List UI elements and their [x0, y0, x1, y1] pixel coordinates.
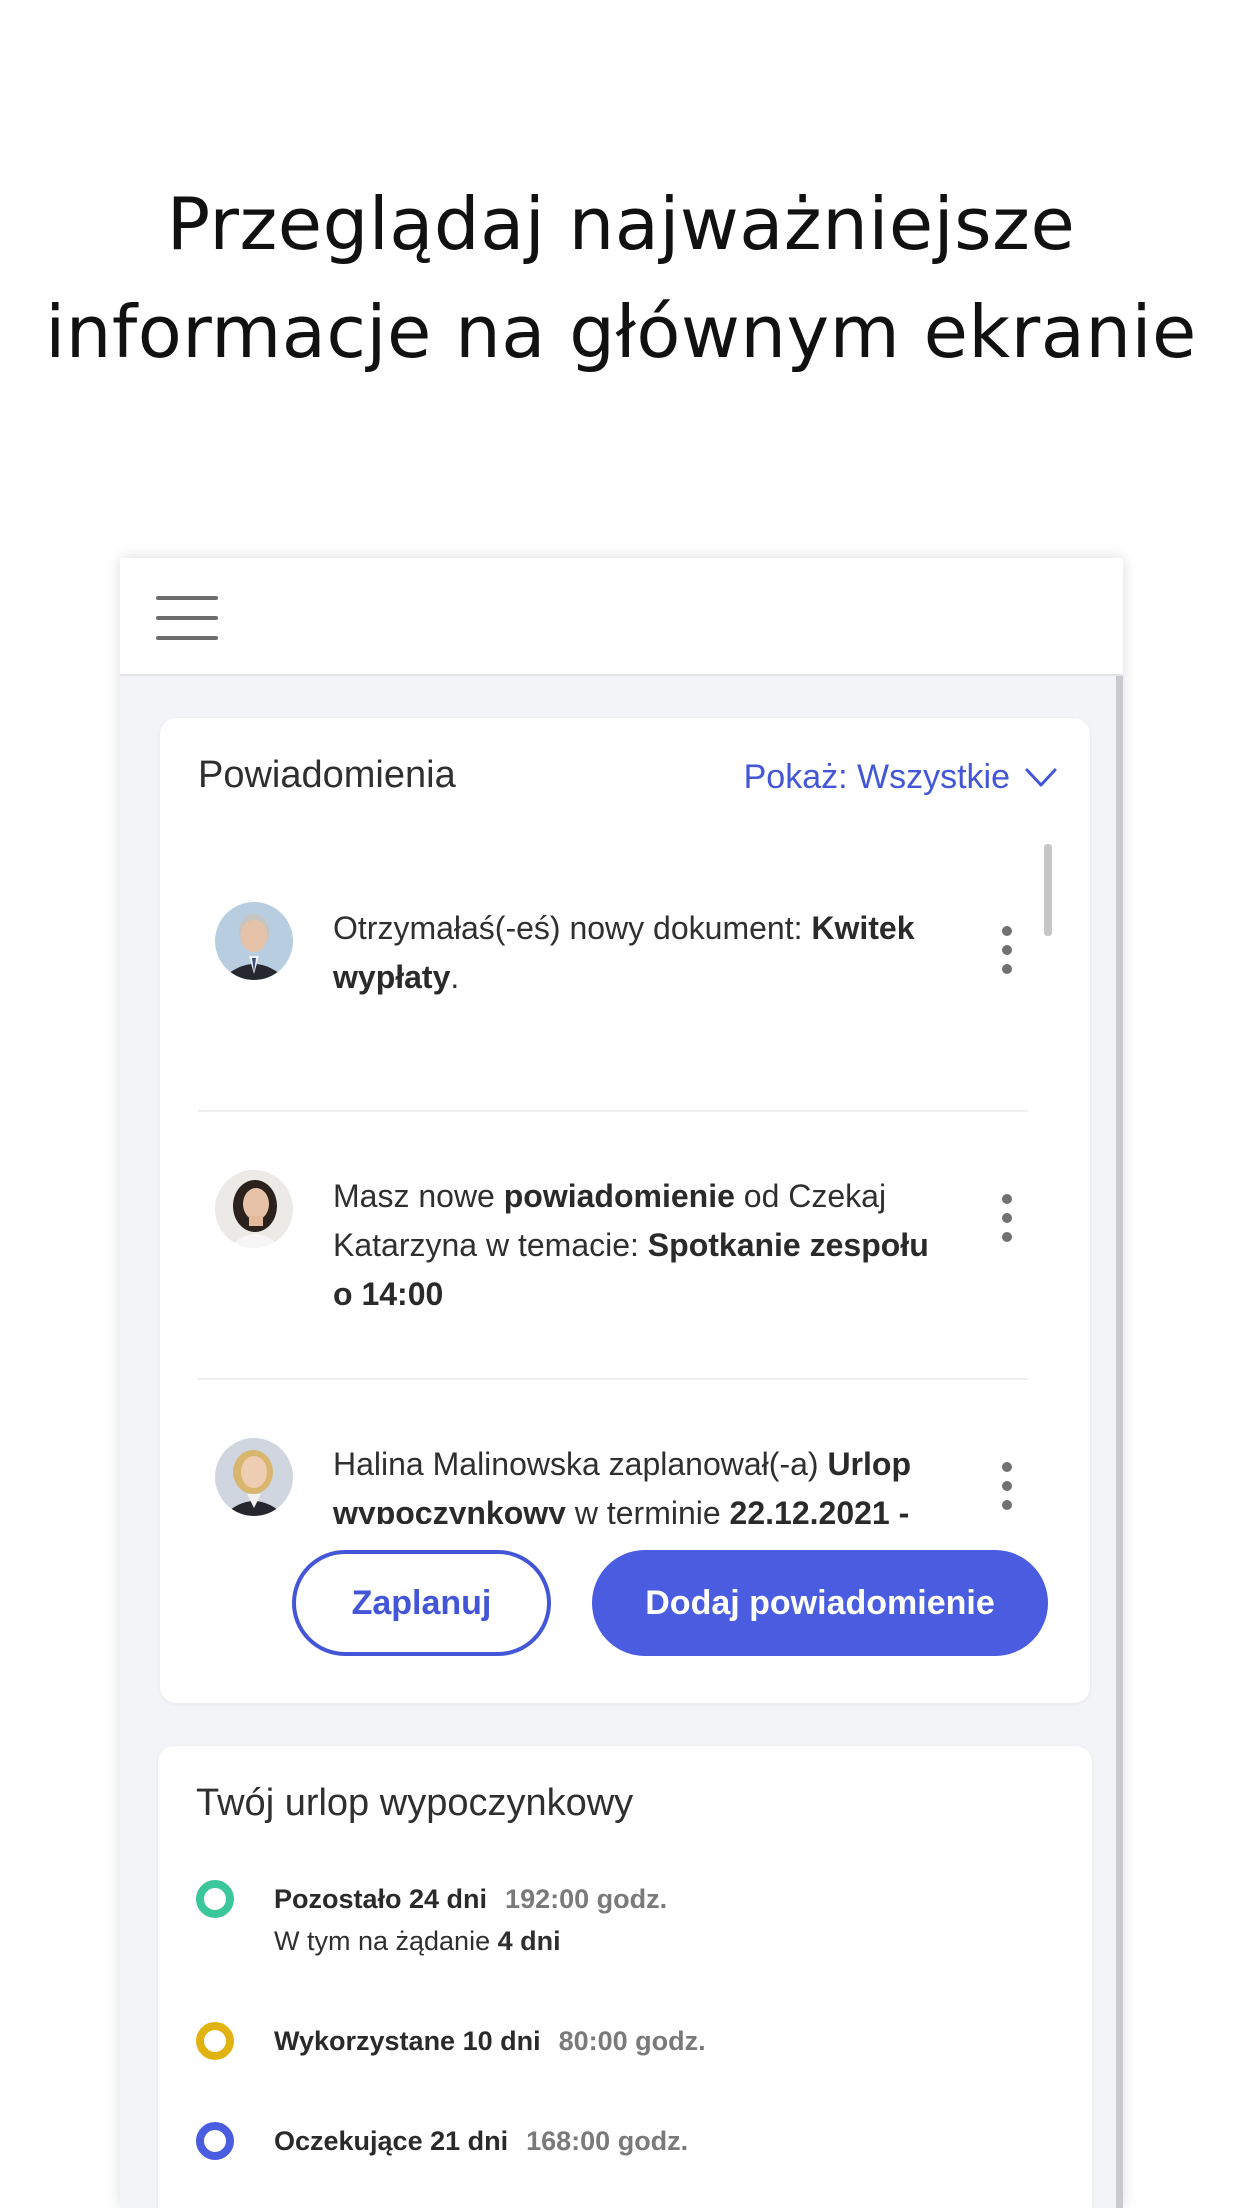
add-notification-button[interactable]: Dodaj powiadomienie [592, 1550, 1048, 1656]
vacation-card: Twój urlop wypoczynkowy Pozostało 24 dni… [158, 1746, 1092, 2208]
hamburger-menu-icon[interactable] [156, 594, 218, 642]
app-screen: Powiadomienia Pokaż: Wszystkie Masz nowe… [120, 558, 1123, 2208]
notification-item[interactable]: Otrzymałaś(-eś) nowy dokument: Kwitek wy… [198, 844, 1028, 1112]
headline-line-2: informacje na głównym ekranie [45, 290, 1197, 374]
notifications-card: Powiadomienia Pokaż: Wszystkie Masz nowe… [160, 718, 1090, 1703]
more-options-icon[interactable] [995, 1462, 1019, 1510]
avatar [215, 1438, 293, 1516]
notification-text: Masz nowe powiadomienie od Czekaj Katarz… [333, 1178, 929, 1312]
top-bar [120, 558, 1123, 676]
notification-item[interactable]: Masz nowe powiadomienie od Czekaj Katarz… [198, 1112, 1028, 1380]
headline: Przeglądaj najważniejsze informacje na g… [0, 170, 1242, 386]
filter-label: Pokaż: Wszystkie [743, 758, 1010, 796]
page-scrollbar[interactable] [1116, 676, 1123, 2208]
chevron-down-icon [1025, 768, 1057, 786]
notification-text: Otrzymałaś(-eś) nowy dokument: Kwitek wy… [333, 910, 915, 995]
more-options-icon[interactable] [995, 926, 1019, 974]
avatar [215, 902, 293, 980]
status-dot-icon [196, 2022, 234, 2060]
notifications-list[interactable]: Masz nowe powiadomienie od Czekaj Katarz… [160, 844, 1090, 1524]
avatar [215, 1170, 293, 1248]
notifications-filter-dropdown[interactable]: Pokaż: Wszystkie [744, 758, 1058, 797]
notification-text: Halina Malinowska zaplanował(-a) Urlop w… [333, 1446, 911, 1524]
headline-line-1: Przeglądaj najważniejsze [166, 182, 1076, 266]
more-options-icon[interactable] [995, 1194, 1019, 1242]
vacation-title: Twój urlop wypoczynkowy [196, 1782, 634, 1824]
notifications-scrollbar[interactable] [1044, 844, 1052, 936]
notifications-title: Powiadomienia [198, 754, 456, 796]
notification-item[interactable]: Halina Malinowska zaplanował(-a) Urlop w… [198, 1380, 1028, 1524]
schedule-button[interactable]: Zaplanuj [292, 1550, 551, 1656]
status-dot-icon [196, 1880, 234, 1918]
status-dot-icon [196, 2122, 234, 2160]
